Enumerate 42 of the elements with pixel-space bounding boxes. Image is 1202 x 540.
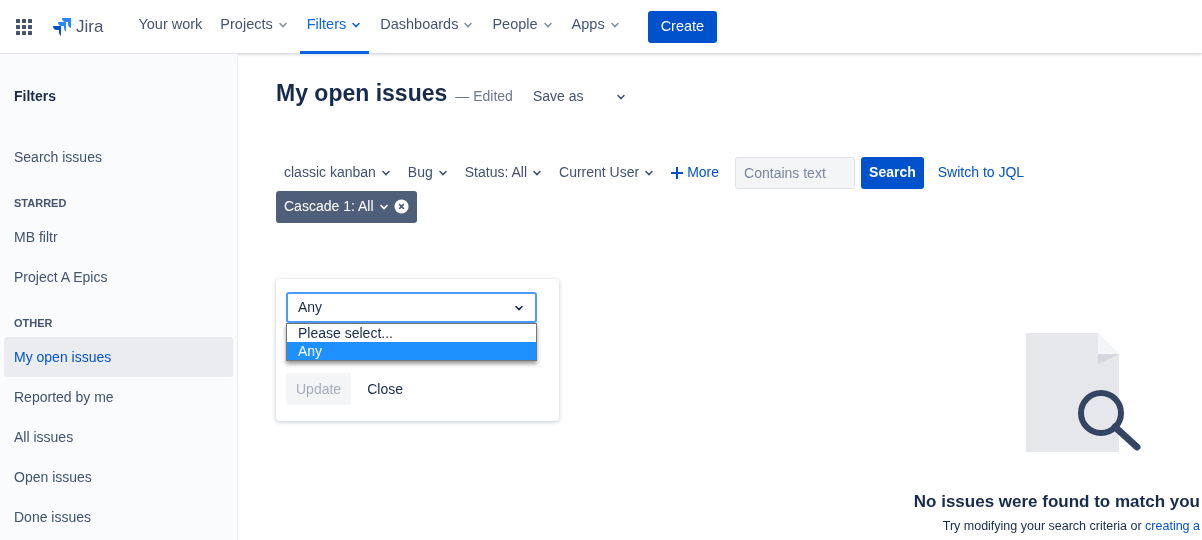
create-issue-link[interactable]: creating a (1145, 519, 1200, 533)
product-name[interactable]: Jira (76, 13, 104, 40)
nav-item[interactable]: Filters (299, 0, 370, 54)
section-heading: STARRED (13, 195, 68, 211)
more-button[interactable]: More (663, 156, 728, 189)
sidebar-item[interactable]: Search issues (4, 137, 233, 177)
app-grid-icon[interactable] (16, 18, 32, 35)
save-as-button[interactable]: Save as (532, 86, 628, 107)
switch-to-jql-link[interactable]: Switch to JQL (937, 162, 1025, 183)
sidebar-item[interactable]: MB filtr (4, 217, 233, 257)
clear-icon[interactable] (393, 199, 409, 214)
nav-item[interactable]: Projects (213, 0, 296, 54)
filter-dropdown[interactable]: Status: All (456, 156, 551, 189)
sidebar-item[interactable]: Open issues (4, 457, 233, 497)
nav-item[interactable]: Apps (564, 0, 628, 54)
plus-icon (671, 166, 684, 179)
sidebar-title: Filters (13, 87, 57, 106)
sidebar-item[interactable]: My open issues (4, 337, 233, 377)
filter-dropdown[interactable]: Current User (551, 156, 664, 189)
filter-dropdown[interactable]: Bug (399, 156, 457, 189)
cascade-select[interactable]: Any (286, 292, 537, 323)
edited-label: — Edited (455, 87, 513, 106)
filter-dropdown[interactable]: classic kanban (276, 156, 400, 189)
empty-state-heading: No issues were found to match you (913, 490, 1200, 513)
section-heading: OTHER (13, 315, 54, 331)
empty-state-text: Try modifying your search criteria or creating a (942, 519, 1200, 534)
create-button[interactable]: Create (647, 10, 718, 43)
search-field[interactable]: Contains text (735, 156, 856, 189)
select-option[interactable]: Please select... (287, 324, 536, 342)
search-button[interactable]: Search (861, 156, 924, 189)
page-title: My open issues (276, 79, 448, 108)
jira-logo-icon[interactable] (52, 16, 72, 37)
sidebar-item[interactable]: All issues (4, 417, 233, 457)
cascade-filter-chip[interactable]: Cascade 1: All (276, 190, 417, 223)
sidebar-item[interactable]: Reported by me (4, 377, 233, 417)
nav-item[interactable]: People (485, 0, 561, 54)
empty-document-search-icon (1026, 332, 1144, 453)
sidebar-item[interactable]: Done issues (4, 497, 233, 537)
nav-item[interactable]: Your work (131, 0, 210, 54)
nav-item[interactable]: Dashboards (373, 0, 482, 54)
close-button[interactable]: Close (359, 373, 411, 405)
sidebar-item[interactable]: Project A Epics (4, 257, 233, 297)
